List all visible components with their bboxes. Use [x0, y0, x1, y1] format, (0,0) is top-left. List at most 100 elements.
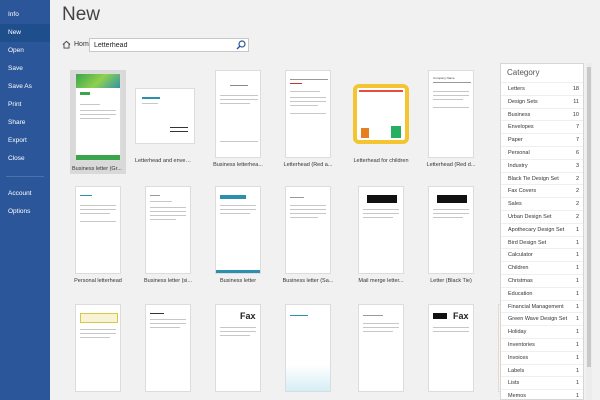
category-item[interactable]: Business 10 [501, 107, 583, 121]
category-item[interactable]: Inventories 1 [501, 337, 583, 351]
sidebar-item-account[interactable]: Account [0, 185, 50, 203]
template-letterhead-red-a[interactable]: Letterhead (Red a... [280, 70, 336, 168]
category-item[interactable]: Memos 1 [501, 389, 583, 400]
category-item[interactable]: Education 1 [501, 286, 583, 300]
category-scrollbar-thumb[interactable] [587, 67, 591, 367]
sidebar-item-save-as[interactable]: Save As [0, 78, 50, 96]
category-item[interactable]: Industry 3 [501, 158, 583, 172]
category-item[interactable]: Financial Management 1 [501, 299, 583, 313]
sidebar-item-options[interactable]: Options [0, 203, 50, 221]
search-input[interactable] [89, 38, 249, 52]
template-thumbnail [145, 304, 191, 392]
template-row3-6[interactable]: Fax [423, 304, 479, 392]
category-name: Urban Design Set [508, 213, 552, 220]
category-count: 18 [572, 86, 579, 92]
sidebar-item-info[interactable]: Info [0, 6, 50, 24]
category-item[interactable]: Envelopes 7 [501, 120, 583, 133]
category-count: 1 [575, 367, 579, 374]
category-name: Bird Design Set [508, 239, 547, 246]
sidebar-item-save[interactable]: Save [0, 60, 50, 78]
template-label: Business letter [219, 278, 257, 284]
sidebar-item-export[interactable]: Export [0, 132, 50, 150]
template-thumbnail [145, 186, 191, 274]
backstage-sidebar: Info New Open Save Save As Print Share E… [0, 0, 50, 400]
category-name: Green Wave Design Set [508, 316, 568, 323]
template-thumbnail [215, 70, 261, 158]
category-count: 6 [575, 149, 579, 156]
sidebar-item-open[interactable]: Open [0, 42, 50, 60]
category-item[interactable]: Calculator 1 [501, 248, 583, 261]
category-item[interactable]: Invoices 1 [501, 350, 583, 364]
category-count: 7 [575, 124, 579, 131]
template-business-letter[interactable]: Business letter [210, 186, 266, 284]
template-letterhead-red-d[interactable]: Company Name Letterhead (Red d... [423, 70, 479, 168]
template-business-letter-si[interactable]: Business letter (si... [140, 186, 196, 284]
template-label: Business letter (Gr... [70, 164, 126, 174]
template-row3-3[interactable]: Fax [210, 304, 266, 392]
template-row3-2[interactable] [140, 304, 196, 392]
search-button[interactable] [234, 38, 248, 52]
page-title: New [62, 4, 101, 25]
category-item[interactable]: Christmas 1 [501, 273, 583, 287]
category-item[interactable]: Green Wave Design Set 1 [501, 312, 583, 325]
template-letterhead-and-envelope[interactable]: Letterhead and envelope [135, 70, 195, 164]
category-item[interactable]: Children 1 [501, 261, 583, 274]
category-item[interactable]: Paper 7 [501, 133, 583, 146]
category-count: 1 [575, 380, 579, 387]
category-panel: Category Letters 18 Design Sets 11 Business 1… [500, 63, 584, 400]
category-item[interactable]: Letters 18 [501, 82, 583, 95]
category-name: Invoices [508, 354, 529, 361]
template-thumbnail [285, 304, 331, 392]
template-row3-1[interactable] [70, 304, 126, 392]
template-thumbnail [75, 186, 121, 274]
category-name: Design Sets [508, 98, 538, 105]
sidebar-item-print[interactable]: Print [0, 96, 50, 114]
category-item[interactable]: Bird Design Set 1 [501, 235, 583, 249]
category-count: 1 [575, 226, 579, 233]
category-name: Business [508, 111, 531, 118]
category-item[interactable]: Personal 6 [501, 145, 583, 159]
sidebar-item-share[interactable]: Share [0, 114, 50, 132]
category-item[interactable]: Urban Design Set 2 [501, 209, 583, 223]
category-name: Lists [508, 380, 520, 387]
category-item[interactable]: Apothecary Design Set 1 [501, 222, 583, 236]
template-row3-4[interactable] [280, 304, 336, 392]
template-thumbnail [353, 84, 409, 144]
category-item[interactable]: Design Sets 11 [501, 94, 583, 108]
category-name: Calculator [508, 252, 533, 259]
sidebar-item-close[interactable]: Close [0, 150, 50, 168]
category-count: 2 [575, 188, 579, 195]
template-business-letterhead[interactable]: Business letterhea... [210, 70, 266, 168]
template-personal-letterhead[interactable]: Personal letterhead [70, 186, 126, 284]
category-count: 1 [575, 290, 579, 297]
category-item[interactable]: Labels 1 [501, 363, 583, 377]
template-letterhead-for-children[interactable]: Letterhead for children [353, 70, 409, 164]
fax-text: Fax [453, 311, 469, 321]
category-item[interactable]: Holiday 1 [501, 325, 583, 338]
category-count: 3 [575, 162, 579, 169]
template-label: Mail merge letter... [358, 278, 404, 284]
category-name: Industry [508, 162, 528, 169]
category-count: 1 [575, 303, 579, 310]
template-label: Letterhead (Red d... [426, 162, 476, 168]
category-item[interactable]: Sales 2 [501, 197, 583, 210]
category-name: Letters [508, 86, 525, 92]
category-count: 10 [572, 111, 579, 118]
category-name: Financial Management [508, 303, 564, 310]
template-business-letter-sa[interactable]: Business letter (Sa... [280, 186, 336, 284]
category-name: Memos [508, 393, 527, 400]
category-count: 1 [575, 341, 579, 348]
template-label: Personal letterhead [74, 278, 122, 284]
template-mail-merge-letter[interactable]: Mail merge letter... [353, 186, 409, 284]
template-thumbnail [135, 88, 195, 144]
template-business-letter-green[interactable]: Business letter (Gr... [70, 70, 126, 174]
category-item[interactable]: Fax Covers 2 [501, 184, 583, 197]
sidebar-item-new[interactable]: New [0, 24, 50, 42]
category-item[interactable]: Lists 1 [501, 376, 583, 389]
template-letter-black-tie[interactable]: Letter (Black Tie) [423, 186, 479, 284]
category-count: 1 [575, 354, 579, 361]
category-scrollbar[interactable] [586, 63, 592, 400]
category-item[interactable]: Black Tie Design Set 2 [501, 171, 583, 185]
template-row3-5[interactable] [353, 304, 409, 392]
template-thumbnail [358, 304, 404, 392]
